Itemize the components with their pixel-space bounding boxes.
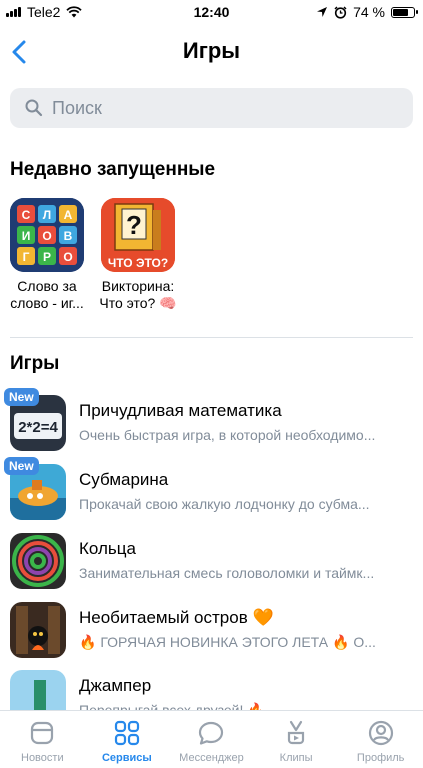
game-description: Очень быстрая игра, в которой необходимо… [79,427,376,443]
game-description: Занимательная смесь головоломки и таймк.… [79,565,375,581]
news-icon [31,721,54,745]
tab-clips[interactable]: Клипы [254,711,339,768]
quiz-app-icon: ? ЧТО ЭТО? [101,198,175,272]
battery-icon [391,6,418,18]
game-description: 🔥 ГОРЯЧАЯ НОВИНКА ЭТОГО ЛЕТА 🔥 О... [79,634,376,650]
page-title: Игры [182,38,241,63]
game-title: Субмарина [79,470,169,489]
tab-bar: Новости Сервисы Мессенджер Клипы Профиль [0,710,423,768]
recent-section-title: Недавно запущенные [10,159,216,180]
games-section-title: Игры [10,353,60,374]
letter-tiles-graphic: С Л АИ О ВГ Р О [10,198,84,272]
game-title: Причудливая математика [79,401,282,420]
location-arrow-icon [317,7,328,17]
letter-tile-label: Г [23,250,30,264]
rings-icon-graphic [10,533,66,589]
game-description: Прокачай свою жалкую лодчонку до субма..… [79,496,370,512]
tab-label: Профиль [356,752,405,764]
recent-item-name: Викторина: Что это? 🧠 [93,278,183,312]
letter-tile-label: С [22,208,31,222]
recent-item-name-line2: слово - иг... [10,295,84,311]
recent-item-name-line1: Слово за [17,278,77,294]
letter-tile-label: Р [43,250,51,264]
services-icon [114,720,139,746]
new-badge: New [4,388,39,406]
tab-label: Мессенджер [179,752,244,764]
tab-services[interactable]: Сервисы [85,711,170,768]
rings-game-icon [10,533,66,589]
new-badge: New [4,457,39,475]
letter-tile-label: И [22,229,31,243]
recent-item-name: Слово за слово - иг... [2,278,92,312]
recent-item-name-line1: Викторина: [101,278,175,294]
game-item-island[interactable]: Необитаемый остров 🧡 🔥 ГОРЯЧАЯ НОВИНКА Э… [0,602,423,670]
messenger-icon [199,721,224,745]
tab-messenger[interactable]: Мессенджер [169,711,254,768]
math-icon-caption: 2*2=4 [18,419,58,436]
word-game-app-icon: СЛАИОВГРО [10,198,84,272]
search-bar[interactable] [10,88,413,128]
battery-percent: 74 % [353,4,385,20]
game-item-submarine[interactable]: New Субмарина Прокачай свою жалкую лодчо… [0,457,423,532]
island-icon-graphic [10,602,66,658]
clips-icon [287,720,305,745]
letter-tile-label: Л [43,208,51,222]
game-title: Джампер [79,676,152,695]
quiz-icon-caption: ЧТО ЭТО? [108,256,168,270]
battery-fill [393,8,408,16]
tab-profile[interactable]: Профиль [338,711,423,768]
header: Игры [0,30,423,74]
tab-label: Клипы [279,752,313,764]
letter-tile-label: О [42,229,51,243]
game-item-math[interactable]: New 2*2=4 Причудливая математика Очень б… [0,388,423,463]
search-input[interactable] [52,97,372,119]
status-bar: Tele2 12:40 74 % [0,0,423,24]
question-mark-symbol: ? [126,210,142,240]
game-item-rings[interactable]: Кольца Занимательная смесь головоломки и… [0,533,423,601]
recent-item-name-line2: Что это? 🧠 [99,295,177,311]
recent-item-slovo[interactable]: СЛАИОВГРО Слово за слово - иг... [2,198,92,312]
tab-label: Новости [21,752,64,764]
letter-tile-label: В [64,229,73,243]
letter-tile-label: О [63,250,72,264]
tab-news[interactable]: Новости [0,711,85,768]
island-game-icon [10,602,66,658]
game-title: Кольца [79,539,136,558]
game-title: Необитаемый остров 🧡 [79,608,274,627]
section-divider [10,337,413,338]
search-icon [25,99,43,117]
tab-label: Сервисы [101,752,152,764]
alarm-icon [334,5,347,19]
letter-tile-label: А [64,208,73,222]
recent-item-quiz[interactable]: ? ЧТО ЭТО? Викторина: Что это? 🧠 [93,198,183,312]
status-right: 74 % [316,4,418,20]
profile-icon [368,720,393,746]
quiz-box-graphic: ? ЧТО ЭТО? [101,198,175,272]
